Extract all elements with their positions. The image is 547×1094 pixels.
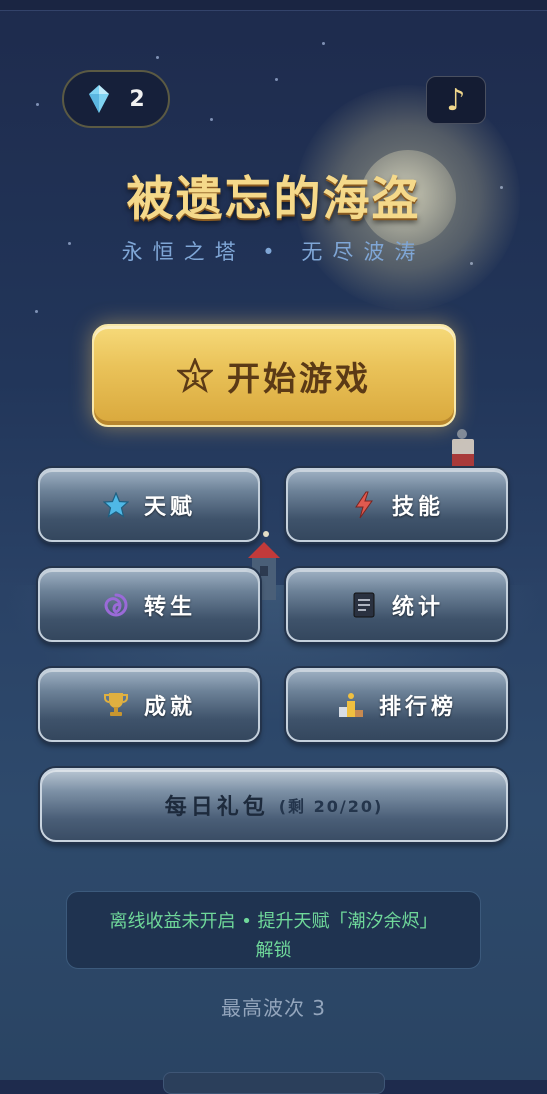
background-star	[275, 78, 278, 81]
talent-label: 天赋	[143, 495, 196, 520]
leaderboard-button[interactable]: 排行榜	[286, 668, 508, 742]
skill-button[interactable]: 技能	[286, 468, 508, 542]
achievements-button[interactable]: 成就	[38, 668, 260, 742]
gem-counter: 2	[62, 70, 170, 128]
rebirth-label: 转生	[143, 595, 196, 620]
game-subtitle: 永恒之塔 • 无尽波涛	[121, 240, 426, 264]
pirate-figure-decoration	[452, 429, 474, 466]
talent-button[interactable]: 天赋	[38, 468, 260, 542]
bottom-panel-edge[interactable]	[163, 1072, 385, 1094]
skill-label: 技能	[391, 495, 444, 520]
background-star	[322, 42, 325, 45]
trophy-icon	[102, 691, 130, 719]
start-game-label: 开始游戏	[227, 358, 371, 398]
background-star	[35, 310, 38, 313]
music-toggle-button[interactable]: ♪	[426, 76, 486, 124]
top-edge-bar	[0, 0, 547, 11]
podium-icon	[337, 691, 365, 719]
lightning-icon	[350, 491, 378, 519]
game-title: 被遗忘的海盗	[126, 172, 421, 227]
swirl-icon	[102, 591, 130, 619]
start-game-button[interactable]: 1 开始游戏	[92, 324, 456, 427]
background-star	[156, 56, 159, 59]
gem-count: 2	[129, 86, 145, 112]
stats-label: 统计	[391, 595, 444, 620]
offline-notice-line-1: 离线收益未开启 • 提升天赋「潮汐余烬」	[109, 911, 438, 932]
offline-income-notice: 离线收益未开启 • 提升天赋「潮汐余烬」 解锁	[66, 891, 481, 969]
daily-gift-button[interactable]: 每日礼包 (剩 20/20)	[40, 768, 508, 842]
daily-gift-remaining: (剩 20/20)	[278, 797, 384, 816]
leaderboard-label: 排行榜	[378, 695, 457, 720]
music-note-icon: ♪	[446, 82, 466, 118]
rebirth-button[interactable]: 转生	[38, 568, 260, 642]
gem-icon	[89, 85, 110, 113]
rank-number: 1	[190, 371, 199, 386]
stats-button[interactable]: 统计	[286, 568, 508, 642]
document-icon	[350, 591, 378, 619]
offline-notice-line-2: 解锁	[255, 940, 292, 961]
background-star	[210, 118, 213, 121]
best-wave-text: 最高波次 3	[220, 996, 327, 1020]
background-star	[36, 103, 39, 106]
star-icon	[102, 491, 130, 519]
rank-star-icon: 1	[177, 357, 213, 394]
daily-gift-label: 每日礼包	[164, 795, 269, 820]
achievements-label: 成就	[143, 695, 196, 720]
